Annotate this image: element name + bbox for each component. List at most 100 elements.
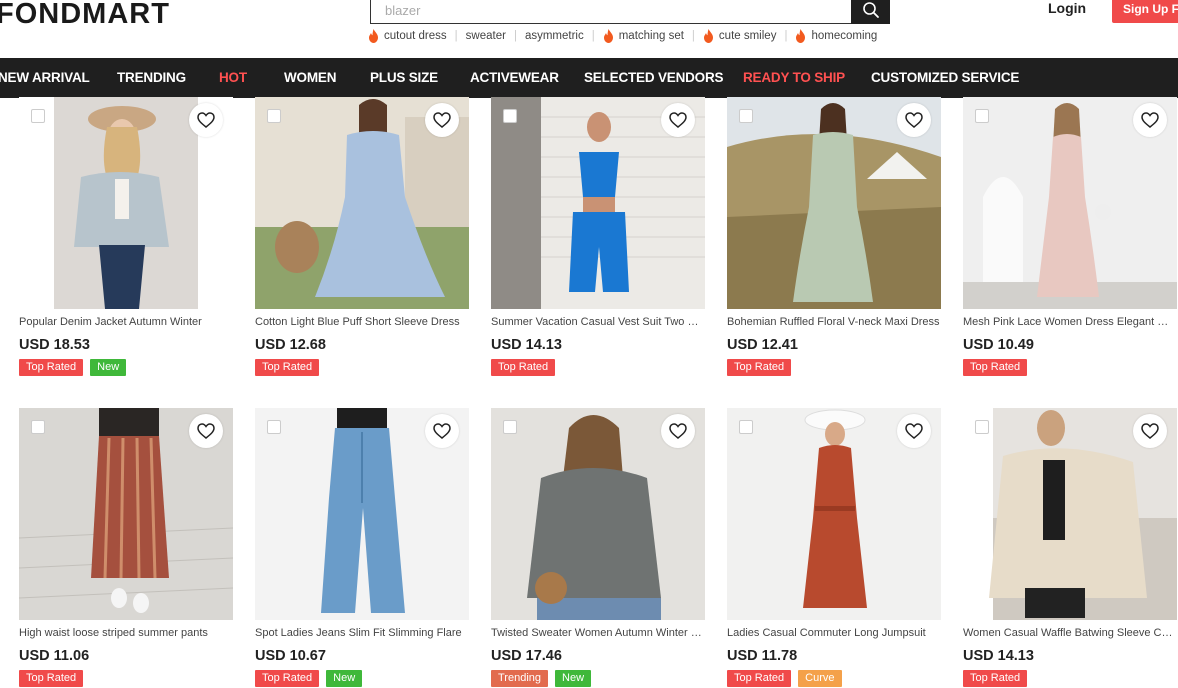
favorite-button[interactable] bbox=[897, 414, 931, 448]
hot-tag-cutout-dress[interactable]: cutout dress bbox=[368, 29, 447, 43]
favorite-button[interactable] bbox=[1133, 414, 1167, 448]
divider: | bbox=[784, 30, 788, 42]
product-price: USD 14.13 bbox=[963, 648, 1034, 664]
nav-plus-size[interactable]: PLUS SIZE bbox=[370, 70, 438, 85]
favorite-button[interactable] bbox=[661, 103, 695, 137]
favorite-button[interactable] bbox=[189, 103, 223, 137]
search-bar bbox=[370, 0, 890, 24]
badge-trending: Trending bbox=[491, 670, 549, 687]
nav-new-arrival[interactable]: NEW ARRIVAL bbox=[0, 70, 90, 85]
favorite-button[interactable] bbox=[661, 414, 695, 448]
nav-women[interactable]: WOMEN bbox=[284, 70, 336, 85]
select-checkbox[interactable] bbox=[739, 420, 753, 434]
nav-selected-vendors[interactable]: SELECTED VENDORS bbox=[584, 70, 724, 85]
favorite-button[interactable] bbox=[189, 414, 223, 448]
signup-button[interactable]: Sign Up Free bbox=[1112, 0, 1178, 23]
product-title[interactable]: Cotton Light Blue Puff Short Sleeve Dres… bbox=[255, 316, 469, 328]
favorite-button[interactable] bbox=[1133, 103, 1167, 137]
select-checkbox[interactable] bbox=[503, 420, 517, 434]
heart-icon bbox=[433, 423, 451, 439]
badge-group: Top Rated bbox=[727, 359, 792, 376]
product-price: USD 10.67 bbox=[255, 648, 326, 664]
favorite-button[interactable] bbox=[425, 103, 459, 137]
nav-ready-to-ship[interactable]: READY TO SHIP bbox=[743, 70, 845, 85]
select-checkbox[interactable] bbox=[267, 109, 281, 123]
hot-tag-label: asymmetric bbox=[524, 30, 584, 42]
product-title[interactable]: Bohemian Ruffled Floral V-neck Maxi Dres… bbox=[727, 316, 941, 328]
hot-search-tags: cutout dress | sweater | asymmetric | ma… bbox=[368, 29, 877, 43]
search-button[interactable] bbox=[851, 0, 890, 24]
product-title[interactable]: Ladies Casual Commuter Long Jumpsuit bbox=[727, 627, 941, 639]
badge-new: New bbox=[555, 670, 592, 687]
product-price: USD 12.41 bbox=[727, 337, 798, 353]
product-title[interactable]: Women Casual Waffle Batwing Sleeve Cardi… bbox=[963, 627, 1177, 639]
hot-tag-homecoming[interactable]: homecoming bbox=[795, 29, 877, 43]
hot-tag-sweater[interactable]: sweater bbox=[466, 30, 506, 42]
select-checkbox[interactable] bbox=[503, 109, 517, 123]
heart-icon bbox=[669, 423, 687, 439]
select-checkbox[interactable] bbox=[267, 420, 281, 434]
product-title[interactable]: Popular Denim Jacket Autumn Winter bbox=[19, 316, 233, 328]
nav-trending[interactable]: TRENDING bbox=[117, 70, 186, 85]
select-checkbox[interactable] bbox=[975, 420, 989, 434]
badge-group: Top Rated New bbox=[19, 359, 127, 376]
badge-group: Top Rated bbox=[963, 359, 1028, 376]
badge-group: Top Rated bbox=[491, 359, 556, 376]
divider: | bbox=[591, 30, 595, 42]
hot-tag-asymmetric[interactable]: asymmetric bbox=[525, 30, 584, 42]
product-title[interactable]: Spot Ladies Jeans Slim Fit Slimming Flar… bbox=[255, 627, 469, 639]
badge-top-rated: Top Rated bbox=[963, 359, 1028, 376]
badge-group: Top Rated bbox=[963, 670, 1028, 687]
hot-tag-label: homecoming bbox=[811, 30, 878, 42]
nav-hot[interactable]: HOT bbox=[219, 70, 247, 85]
flame-icon bbox=[796, 29, 806, 43]
hot-tag-label: cutout dress bbox=[384, 30, 447, 42]
badge-new: New bbox=[90, 359, 127, 376]
badge-top-rated: Top Rated bbox=[255, 359, 320, 376]
product-price: USD 14.13 bbox=[491, 337, 562, 353]
favorite-button[interactable] bbox=[897, 103, 931, 137]
product-title[interactable]: Summer Vacation Casual Vest Suit Two Pie… bbox=[491, 316, 705, 328]
select-checkbox[interactable] bbox=[31, 109, 45, 123]
divider: | bbox=[513, 30, 517, 42]
divider: | bbox=[454, 30, 458, 42]
brand-logo[interactable]: FONDMART bbox=[0, 0, 170, 32]
nav-customized-service[interactable]: CUSTOMIZED SERVICE bbox=[871, 70, 1019, 85]
hot-tag-label: sweater bbox=[465, 30, 506, 42]
badge-group: Trending New bbox=[491, 670, 592, 687]
badge-group: Top Rated bbox=[255, 359, 320, 376]
badge-top-rated: Top Rated bbox=[19, 670, 84, 687]
heart-icon bbox=[1141, 112, 1159, 128]
badge-group: Top Rated New bbox=[255, 670, 363, 687]
heart-icon bbox=[669, 112, 687, 128]
heart-icon bbox=[197, 112, 215, 128]
search-input[interactable] bbox=[370, 0, 852, 24]
login-link[interactable]: Login bbox=[1048, 0, 1086, 16]
heart-icon bbox=[433, 112, 451, 128]
site-header: FONDMART cutout dress | sweater | asymme… bbox=[0, 0, 1178, 58]
select-checkbox[interactable] bbox=[31, 420, 45, 434]
product-price: USD 11.06 bbox=[19, 648, 90, 664]
heart-icon bbox=[197, 423, 215, 439]
badge-top-rated: Top Rated bbox=[727, 359, 792, 376]
product-price: USD 18.53 bbox=[19, 337, 90, 353]
product-title[interactable]: Mesh Pink Lace Women Dress Elegant Maxi bbox=[963, 316, 1177, 328]
nav-activewear[interactable]: ACTIVEWEAR bbox=[470, 70, 559, 85]
product-title[interactable]: Twisted Sweater Women Autumn Winter Knit bbox=[491, 627, 705, 639]
favorite-button[interactable] bbox=[425, 414, 459, 448]
badge-group: Top Rated Curve bbox=[727, 670, 842, 687]
badge-group: Top Rated bbox=[19, 670, 84, 687]
hot-tag-cute-smiley[interactable]: cute smiley bbox=[703, 29, 776, 43]
product-price: USD 12.68 bbox=[255, 337, 326, 353]
hot-tag-matching-set[interactable]: matching set bbox=[603, 29, 684, 43]
product-price: USD 17.46 bbox=[491, 648, 562, 664]
heart-icon bbox=[1141, 423, 1159, 439]
select-checkbox[interactable] bbox=[739, 109, 753, 123]
badge-curve: Curve bbox=[798, 670, 842, 687]
badge-top-rated: Top Rated bbox=[19, 359, 84, 376]
product-price: USD 11.78 bbox=[727, 648, 798, 664]
select-checkbox[interactable] bbox=[975, 109, 989, 123]
badge-top-rated: Top Rated bbox=[727, 670, 792, 687]
search-icon bbox=[862, 2, 879, 18]
product-title[interactable]: High waist loose striped summer pants bbox=[19, 627, 233, 639]
